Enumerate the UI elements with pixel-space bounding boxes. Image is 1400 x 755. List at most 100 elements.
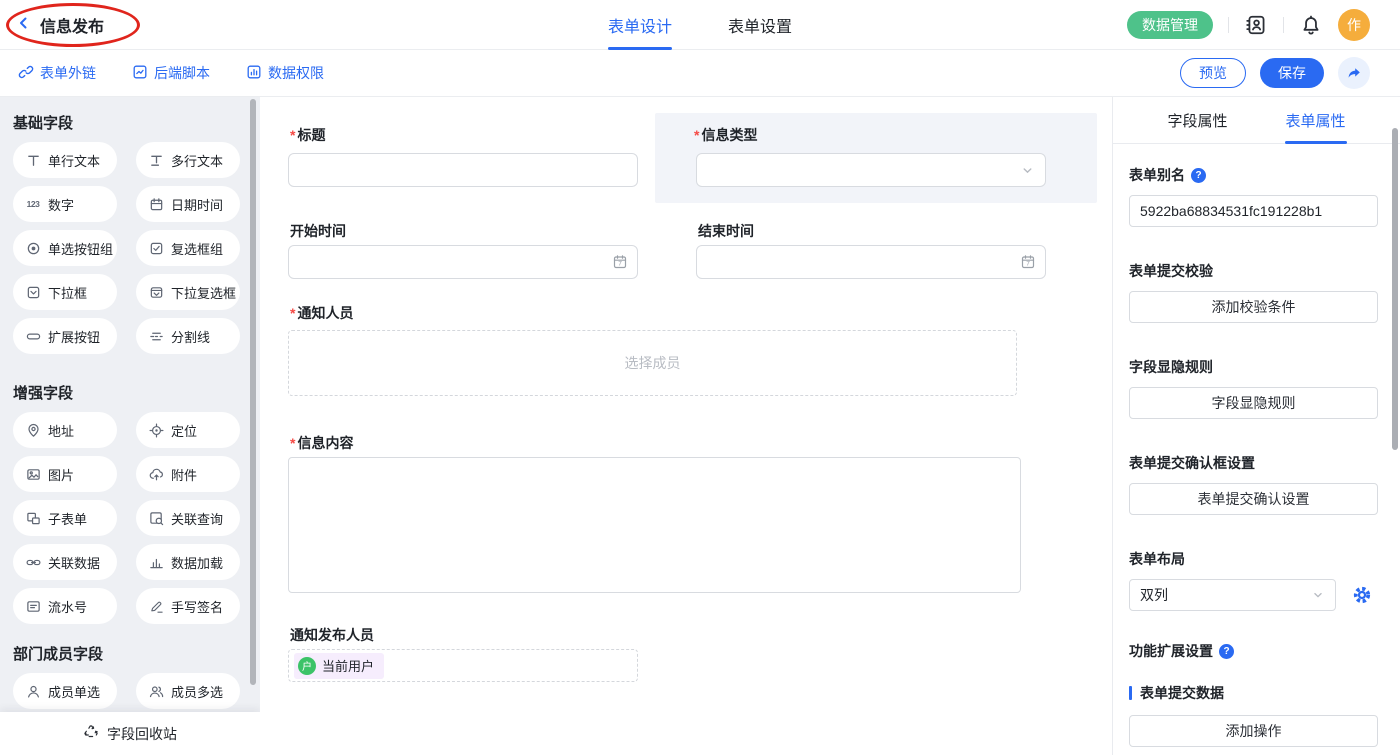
chevron-down-icon	[1020, 163, 1035, 178]
user-avatar[interactable]: 作	[1338, 9, 1370, 41]
publisher-picker-box[interactable]: 户 当前用户	[288, 649, 638, 682]
end-time-input[interactable]: 7	[696, 245, 1046, 279]
select-icon	[25, 284, 41, 300]
field-item-multi-line-text[interactable]: 多行文本	[136, 142, 240, 178]
save-button[interactable]: 保存	[1260, 58, 1324, 88]
panel-tabs: 字段属性 表单属性	[1113, 97, 1400, 144]
layout-settings-button[interactable]	[1346, 579, 1378, 611]
image-icon	[25, 466, 41, 482]
panel-body: 表单别名 ? 表单提交校验 添加校验条件 字段显隐规则 字段显隐规则 表单提交确…	[1113, 144, 1400, 755]
gear-icon	[1352, 585, 1372, 605]
field-item-serial-number[interactable]: 流水号	[13, 588, 117, 624]
visibility-rules-button[interactable]: 字段显隐规则	[1129, 387, 1378, 419]
chevron-down-icon	[1311, 588, 1325, 602]
multi-line-text-icon	[148, 152, 164, 168]
field-item-divider[interactable]: 分割线	[136, 318, 240, 354]
section-title-basic-fields: 基础字段	[13, 112, 260, 132]
form-toolbar: 表单外链 后端脚本 数据权限 预览 保存	[0, 50, 1400, 97]
field-item-image[interactable]: 图片	[13, 456, 117, 492]
tab-field-properties[interactable]: 字段属性	[1167, 97, 1227, 144]
add-action-button-submit[interactable]: 添加操作	[1129, 715, 1378, 747]
field-item-member-multi[interactable]: 成员多选	[136, 673, 240, 709]
toolbar-actions: 预览 保存	[1180, 57, 1370, 89]
field-item-number[interactable]: 123 数字	[13, 186, 117, 222]
current-user-tag[interactable]: 户 当前用户	[294, 653, 384, 679]
tab-form-settings[interactable]: 表单设置	[728, 0, 792, 50]
layout-select[interactable]: 双列	[1129, 579, 1336, 611]
field-label-title: * 标题	[290, 125, 325, 145]
field-item-datetime[interactable]: 日期时间	[136, 186, 240, 222]
backend-script-button[interactable]: 后端脚本	[132, 63, 210, 83]
notification-bell-icon[interactable]	[1299, 13, 1323, 37]
field-item-data-load[interactable]: 数据加载	[136, 544, 240, 580]
field-item-signature[interactable]: 手写签名	[136, 588, 240, 624]
app-header: 信息发布 表单设计 表单设置 数据管理 作	[0, 0, 1400, 50]
recycle-icon	[83, 724, 99, 743]
help-icon[interactable]: ?	[1219, 644, 1234, 659]
field-item-single-line-text[interactable]: 单行文本	[13, 142, 117, 178]
serial-number-icon	[25, 598, 41, 614]
field-item-member-single[interactable]: 成员单选	[13, 673, 117, 709]
field-item-address[interactable]: 地址	[13, 412, 117, 448]
contact-book-icon[interactable]	[1244, 13, 1268, 37]
field-item-select[interactable]: 下拉框	[13, 274, 117, 310]
multi-select-icon	[148, 284, 164, 300]
field-label-notify-publisher: 通知发布人员	[290, 625, 374, 645]
calendar-icon: 7	[612, 254, 628, 270]
checkbox-group-icon	[148, 240, 164, 256]
field-item-related-query[interactable]: 关联查询	[136, 500, 240, 536]
datetime-icon	[148, 196, 164, 212]
toolbar-links: 表单外链 后端脚本 数据权限	[18, 63, 324, 83]
external-link-button[interactable]: 表单外链	[18, 63, 96, 83]
active-tab-underline	[608, 47, 672, 50]
field-item-checkbox-group[interactable]: 复选框组	[136, 230, 240, 266]
field-item-subform[interactable]: 子表单	[13, 500, 117, 536]
panel-scrollbar[interactable]	[1392, 128, 1398, 450]
field-item-extension-button[interactable]: 扩展按钮	[13, 318, 117, 354]
pen-signature-icon	[148, 598, 164, 614]
person-icon	[25, 683, 41, 699]
field-label-end-time: 结束时间	[698, 221, 754, 241]
tab-form-design[interactable]: 表单设计	[608, 0, 672, 50]
active-tab-underline	[1285, 141, 1347, 144]
help-icon[interactable]: ?	[1191, 168, 1206, 183]
script-icon	[132, 64, 148, 83]
field-item-related-data[interactable]: 关联数据	[13, 544, 117, 580]
confirm-settings-button[interactable]: 表单提交确认设置	[1129, 483, 1378, 515]
header-tabs: 表单设计 表单设置	[608, 0, 792, 50]
field-item-location[interactable]: 定位	[136, 412, 240, 448]
info-type-select[interactable]	[696, 153, 1046, 187]
field-item-multi-select[interactable]: 下拉复选框	[136, 274, 240, 310]
field-label-info-type: * 信息类型	[694, 125, 757, 145]
title-input[interactable]	[288, 153, 638, 187]
extension-settings-label: 功能扩展设置 ?	[1129, 641, 1378, 661]
member-picker-box[interactable]: 选择成员	[288, 330, 1017, 396]
chain-link-icon	[25, 554, 41, 570]
data-permission-button[interactable]: 数据权限	[246, 63, 324, 83]
start-time-input[interactable]: 7	[288, 245, 638, 279]
add-validation-button[interactable]: 添加校验条件	[1129, 291, 1378, 323]
sidebar-scrollbar[interactable]	[250, 99, 256, 685]
confirm-box-label: 表单提交确认框设置	[1129, 453, 1378, 473]
field-recycle-bin[interactable]: 字段回收站	[0, 712, 260, 755]
properties-panel: 字段属性 表单属性 表单别名 ? 表单提交校验 添加校验条件 字段显隐规则 字段…	[1112, 97, 1400, 755]
field-item-attachment[interactable]: 附件	[136, 456, 240, 492]
data-manage-button[interactable]: 数据管理	[1127, 11, 1213, 39]
preview-button[interactable]: 预览	[1180, 58, 1246, 88]
people-icon	[148, 683, 164, 699]
tab-form-properties[interactable]: 表单属性	[1286, 97, 1346, 144]
field-label-start-time: 开始时间	[290, 221, 346, 241]
radio-group-icon	[25, 240, 41, 256]
info-content-textarea[interactable]	[288, 457, 1021, 593]
main-layout: 基础字段 单行文本 多行文本 123 数字 日期时间 单选按钮组	[0, 97, 1400, 755]
number-icon: 123	[25, 196, 41, 212]
field-label-notify-members: * 通知人员	[290, 303, 353, 323]
locate-icon	[148, 422, 164, 438]
visibility-rules-label: 字段显隐规则	[1129, 357, 1378, 377]
form-alias-input[interactable]	[1129, 195, 1378, 227]
share-button[interactable]	[1338, 57, 1370, 89]
field-item-radio-group[interactable]: 单选按钮组	[13, 230, 117, 266]
back-button[interactable]: 信息发布	[16, 13, 104, 37]
section-title-enhanced-fields: 增强字段	[13, 382, 260, 402]
form-layout-row: 双列	[1129, 579, 1378, 611]
